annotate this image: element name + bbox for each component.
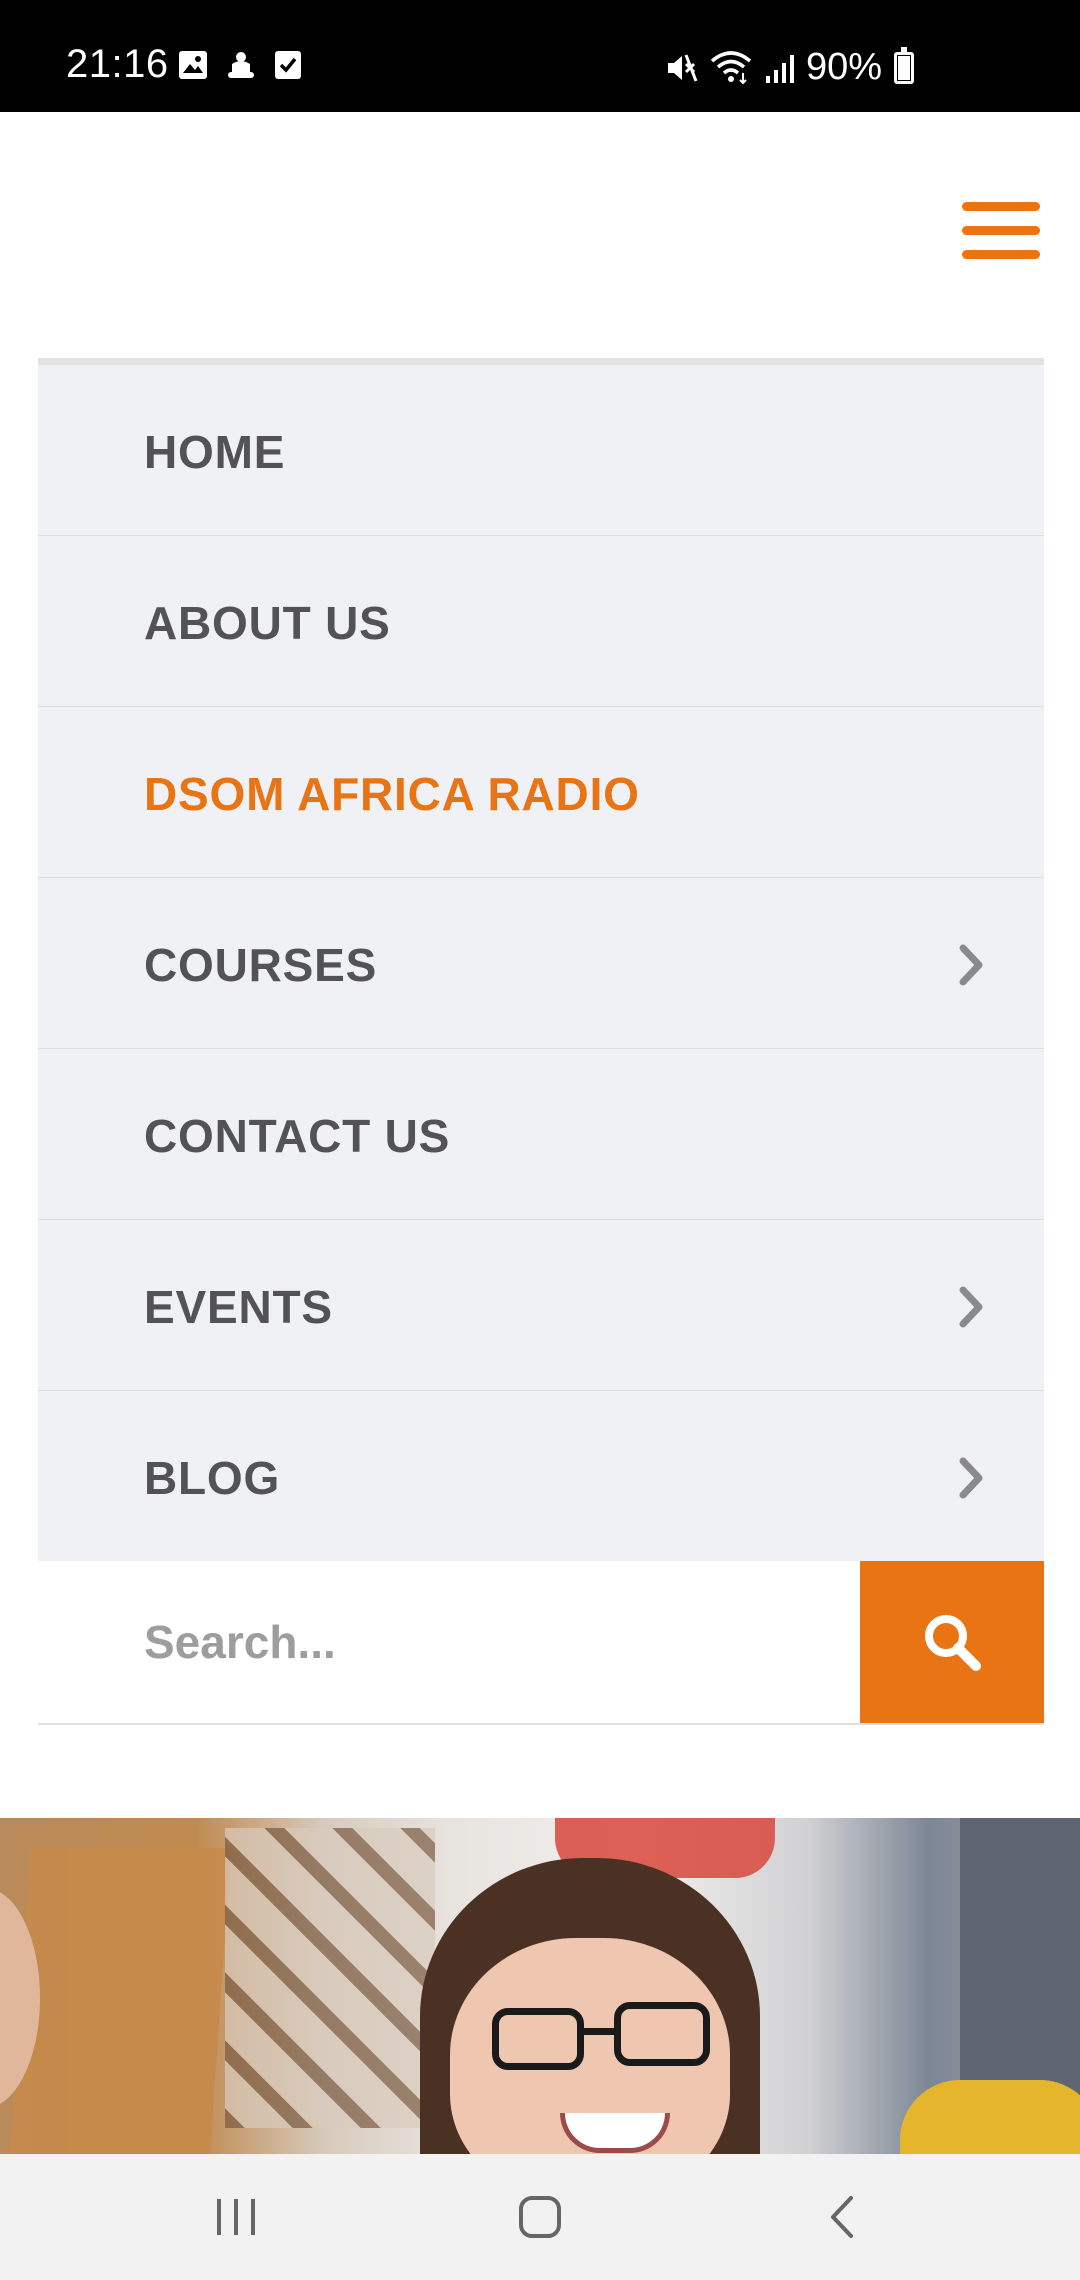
hero-glasses [492, 2008, 584, 2070]
status-system-icons: 90% [664, 46, 915, 89]
nav-item-home[interactable]: HOME [38, 365, 1044, 536]
checkbox-icon [275, 51, 301, 79]
nav-item-label: CONTACT US [144, 1110, 451, 1162]
nav-item-courses[interactable]: COURSES [38, 878, 1044, 1049]
hero-glasses [614, 2002, 710, 2066]
nav-item-label: EVENTS [144, 1281, 333, 1333]
recents-button[interactable] [196, 2184, 276, 2250]
status-bar: 21:16 90% [0, 0, 1080, 112]
status-notification-icons [178, 50, 302, 82]
system-navigation-bar [0, 2154, 1080, 2280]
nav-item-label: DSOM AFRICA RADIO [144, 768, 640, 820]
mute-icon [668, 53, 698, 82]
search-button[interactable] [860, 1561, 1044, 1723]
hamburger-icon-bar [962, 226, 1040, 235]
hamburger-icon-bar [962, 250, 1040, 259]
status-time: 21:16 [66, 42, 169, 86]
hamburger-menu-button[interactable] [962, 198, 1042, 262]
search-input[interactable] [38, 1561, 860, 1723]
image-icon [179, 51, 207, 79]
recents-icon [217, 2199, 255, 2235]
nav-item-events[interactable]: EVENTS [38, 1220, 1044, 1391]
nav-item-blog[interactable]: BLOG [38, 1391, 1044, 1562]
hero-person-right [900, 2080, 1080, 2154]
nav-item-about-us[interactable]: ABOUT US [38, 536, 1044, 707]
hero-image [0, 1818, 1080, 2154]
chevron-right-icon[interactable] [958, 1284, 986, 1330]
nav-item-label: COURSES [144, 939, 378, 991]
nav-item-label: HOME [144, 426, 286, 478]
site-header [0, 112, 1080, 358]
back-icon [831, 2196, 853, 2238]
wifi-icon [710, 50, 752, 84]
search-form [38, 1561, 1044, 1725]
chevron-right-icon[interactable] [958, 1455, 986, 1501]
hamburger-icon-bar [962, 202, 1040, 211]
nav-item-contact-us[interactable]: CONTACT US [38, 1049, 1044, 1220]
battery-level-fill [898, 56, 911, 80]
nav-item-label: BLOG [144, 1452, 281, 1504]
search-icon [925, 1615, 981, 1671]
signal-icon [766, 54, 794, 83]
main-nav-menu: HOME ABOUT US DSOM AFRICA RADIO COURSES … [38, 358, 1044, 1562]
home-icon [519, 2196, 561, 2238]
chevron-right-icon[interactable] [958, 942, 986, 988]
android-icon [228, 52, 254, 78]
home-button[interactable] [500, 2184, 580, 2250]
battery-icon [894, 46, 915, 84]
hero-background-shape [8, 1848, 232, 2154]
nav-item-label: ABOUT US [144, 597, 391, 649]
nav-item-dsom-africa-radio[interactable]: DSOM AFRICA RADIO [38, 707, 1044, 878]
hero-background-shape [225, 1828, 435, 2128]
battery-percent: 90% [806, 46, 883, 88]
hero-glasses [582, 2028, 616, 2035]
back-button[interactable] [802, 2184, 882, 2250]
